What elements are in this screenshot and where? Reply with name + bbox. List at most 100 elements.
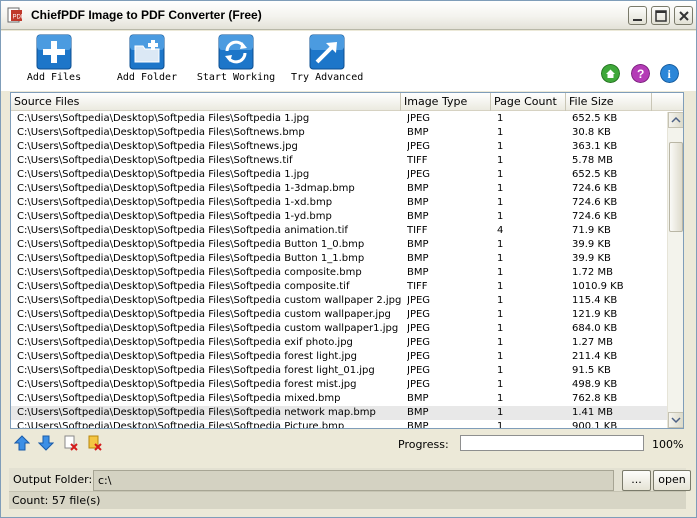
image-type-cell: JPEG <box>407 169 431 180</box>
image-type-cell: BMP <box>407 197 429 208</box>
file-size-cell: 1.72 MB <box>572 267 613 278</box>
add-files-icon <box>36 34 72 70</box>
table-row[interactable]: C:\Users\Softpedia\Desktop\Softpedia Fil… <box>11 392 667 406</box>
clear-list-icon[interactable] <box>87 435 103 451</box>
source-file-cell: C:\Users\Softpedia\Desktop\Softpedia Fil… <box>17 127 305 138</box>
file-size-cell: 724.6 KB <box>572 183 618 194</box>
file-list[interactable]: Source Files Image Type Page Count File … <box>10 92 684 429</box>
add-files-label: Add Files <box>26 72 82 83</box>
file-size-cell: 71.9 KB <box>572 225 611 236</box>
table-row[interactable]: C:\Users\Softpedia\Desktop\Softpedia Fil… <box>11 182 667 196</box>
app-window: PDF ChiefPDF Image to PDF Converter (Fre… <box>0 0 697 518</box>
move-up-icon[interactable] <box>14 435 30 451</box>
table-row[interactable]: C:\Users\Softpedia\Desktop\Softpedia Fil… <box>11 252 667 266</box>
scroll-down-button[interactable] <box>668 412 683 428</box>
start-working-button[interactable]: Start Working <box>196 34 276 86</box>
table-row[interactable]: C:\Users\Softpedia\Desktop\Softpedia Fil… <box>11 406 667 420</box>
page-count-cell: 1 <box>497 127 504 138</box>
home-icon[interactable] <box>601 64 620 83</box>
file-count-status: Count: 57 file(s) <box>12 494 101 507</box>
table-row[interactable]: C:\Users\Softpedia\Desktop\Softpedia Fil… <box>11 350 667 364</box>
minimize-button[interactable] <box>628 6 647 25</box>
table-row[interactable]: C:\Users\Softpedia\Desktop\Softpedia Fil… <box>11 266 667 280</box>
close-icon <box>679 11 689 21</box>
open-button[interactable]: open <box>653 470 691 491</box>
image-type-cell: BMP <box>407 239 429 250</box>
source-file-cell: C:\Users\Softpedia\Desktop\Softpedia Fil… <box>17 211 332 222</box>
image-type-cell: JPEG <box>407 323 431 334</box>
source-file-cell: C:\Users\Softpedia\Desktop\Softpedia Fil… <box>17 169 310 180</box>
browse-button[interactable]: ... <box>622 470 651 491</box>
table-row[interactable]: C:\Users\Softpedia\Desktop\Softpedia Fil… <box>11 420 667 429</box>
file-size-cell: 498.9 KB <box>572 379 618 390</box>
maximize-button[interactable] <box>651 6 670 25</box>
page-count-cell: 1 <box>497 239 504 250</box>
column-header-image-type[interactable]: Image Type <box>401 93 491 111</box>
table-row[interactable]: C:\Users\Softpedia\Desktop\Softpedia Fil… <box>11 210 667 224</box>
add-files-button[interactable]: Add Files <box>23 34 85 86</box>
file-size-cell: 724.6 KB <box>572 211 618 222</box>
page-count-cell: 1 <box>497 253 504 264</box>
table-row[interactable]: C:\Users\Softpedia\Desktop\Softpedia Fil… <box>11 224 667 238</box>
info-icon[interactable]: i <box>660 64 679 83</box>
column-header-file-size[interactable]: File Size <box>566 93 652 111</box>
move-down-icon[interactable] <box>38 435 54 451</box>
scroll-up-button[interactable] <box>668 112 683 128</box>
help-icon[interactable]: ? <box>631 64 650 83</box>
file-size-cell: 1.41 MB <box>572 407 613 418</box>
app-icon: PDF <box>7 7 23 23</box>
page-count-cell: 1 <box>497 197 504 208</box>
maximize-icon <box>655 10 667 22</box>
svg-text:?: ? <box>637 67 644 81</box>
table-row[interactable]: C:\Users\Softpedia\Desktop\Softpedia Fil… <box>11 294 667 308</box>
page-count-cell: 1 <box>497 295 504 306</box>
table-row[interactable]: C:\Users\Softpedia\Desktop\Softpedia Fil… <box>11 126 667 140</box>
image-type-cell: BMP <box>407 267 429 278</box>
image-type-cell: TIFF <box>407 281 428 292</box>
table-row[interactable]: C:\Users\Softpedia\Desktop\Softpedia Fil… <box>11 196 667 210</box>
page-count-cell: 1 <box>497 141 504 152</box>
page-count-cell: 1 <box>497 365 504 376</box>
title-bar[interactable]: PDF ChiefPDF Image to PDF Converter (Fre… <box>1 1 696 30</box>
table-row[interactable]: C:\Users\Softpedia\Desktop\Softpedia Fil… <box>11 308 667 322</box>
scroll-thumb[interactable] <box>669 142 683 232</box>
table-row[interactable]: C:\Users\Softpedia\Desktop\Softpedia Fil… <box>11 154 667 168</box>
output-folder-field[interactable]: c:\ <box>93 470 614 491</box>
table-row[interactable]: C:\Users\Softpedia\Desktop\Softpedia Fil… <box>11 280 667 294</box>
table-row[interactable]: C:\Users\Softpedia\Desktop\Softpedia Fil… <box>11 336 667 350</box>
page-count-cell: 1 <box>497 323 504 334</box>
table-row[interactable]: C:\Users\Softpedia\Desktop\Softpedia Fil… <box>11 112 667 126</box>
add-folder-button[interactable]: Add Folder <box>114 34 180 86</box>
image-type-cell: JPEG <box>407 337 431 348</box>
page-count-cell: 1 <box>497 183 504 194</box>
vertical-scrollbar[interactable] <box>667 112 683 428</box>
page-count-cell: 1 <box>497 393 504 404</box>
table-row[interactable]: C:\Users\Softpedia\Desktop\Softpedia Fil… <box>11 140 667 154</box>
column-header-page-count[interactable]: Page Count <box>491 93 566 111</box>
image-type-cell: BMP <box>407 407 429 418</box>
source-file-cell: C:\Users\Softpedia\Desktop\Softpedia Fil… <box>17 225 348 236</box>
progress-label: Progress: <box>398 438 449 451</box>
progress-fill <box>461 436 643 450</box>
file-size-cell: 900.1 KB <box>572 421 618 429</box>
source-file-cell: C:\Users\Softpedia\Desktop\Softpedia Fil… <box>17 295 401 306</box>
image-type-cell: TIFF <box>407 225 428 236</box>
table-row[interactable]: C:\Users\Softpedia\Desktop\Softpedia Fil… <box>11 364 667 378</box>
source-file-cell: C:\Users\Softpedia\Desktop\Softpedia Fil… <box>17 141 298 152</box>
page-count-cell: 1 <box>497 421 504 429</box>
source-file-cell: C:\Users\Softpedia\Desktop\Softpedia Fil… <box>17 393 341 404</box>
table-row[interactable]: C:\Users\Softpedia\Desktop\Softpedia Fil… <box>11 238 667 252</box>
table-row[interactable]: C:\Users\Softpedia\Desktop\Softpedia Fil… <box>11 168 667 182</box>
source-file-cell: C:\Users\Softpedia\Desktop\Softpedia Fil… <box>17 407 376 418</box>
table-row[interactable]: C:\Users\Softpedia\Desktop\Softpedia Fil… <box>11 378 667 392</box>
image-type-cell: BMP <box>407 211 429 222</box>
page-count-cell: 1 <box>497 309 504 320</box>
column-header-source-files[interactable]: Source Files <box>11 93 401 111</box>
close-button[interactable] <box>674 6 693 25</box>
image-type-cell: JPEG <box>407 365 431 376</box>
table-row[interactable]: C:\Users\Softpedia\Desktop\Softpedia Fil… <box>11 322 667 336</box>
remove-file-icon[interactable] <box>63 435 79 451</box>
image-type-cell: BMP <box>407 253 429 264</box>
try-advanced-button[interactable]: Try Advanced <box>291 34 363 86</box>
page-count-cell: 1 <box>497 379 504 390</box>
